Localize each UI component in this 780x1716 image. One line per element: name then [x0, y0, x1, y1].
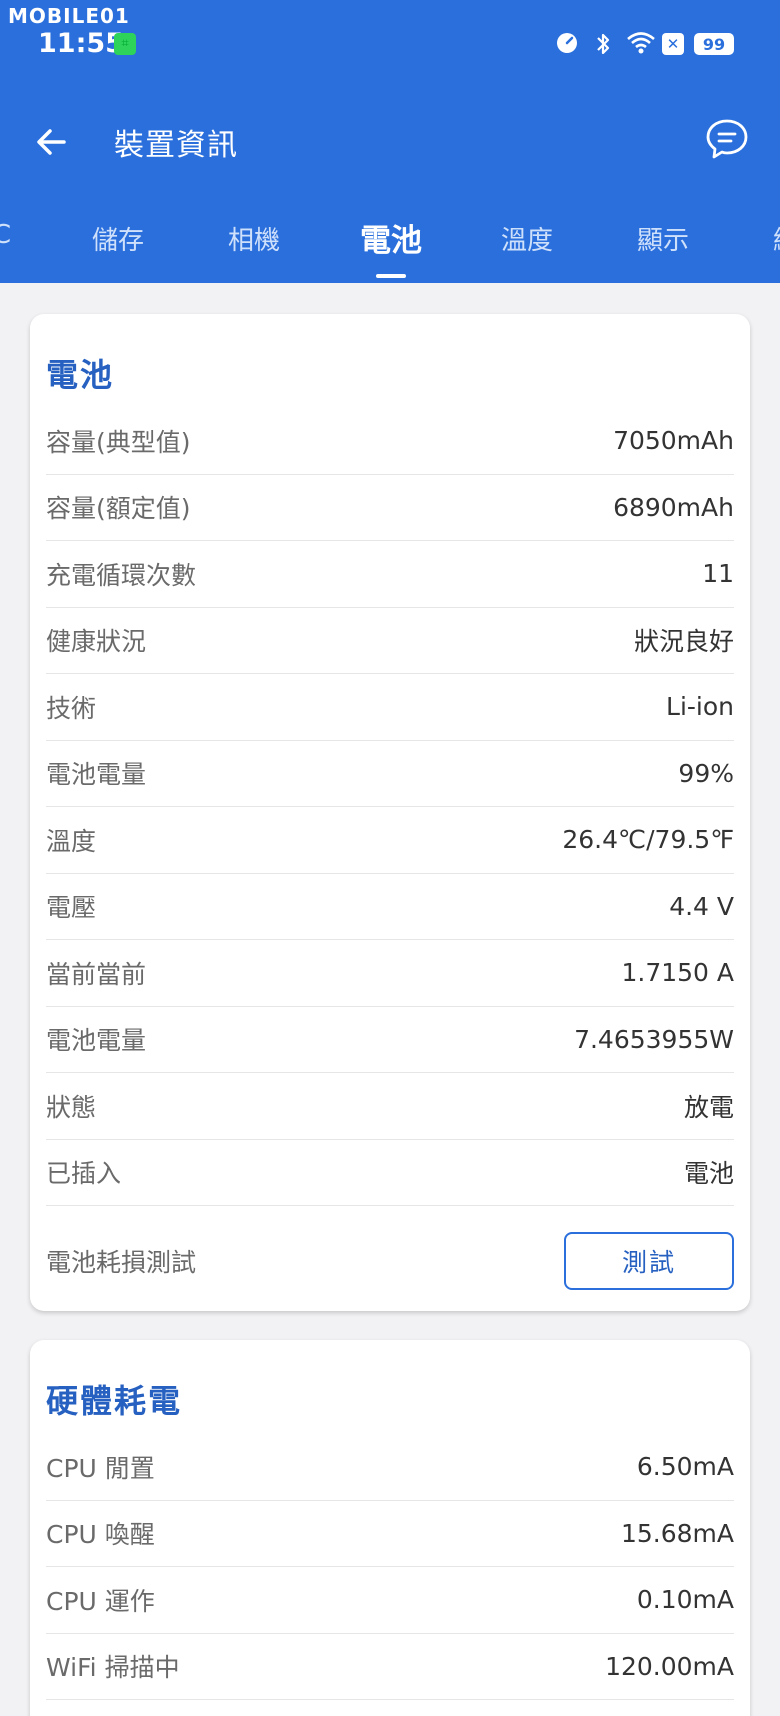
row-value: 放電	[683, 1092, 734, 1122]
row-label: WiFi 掃描中	[46, 1653, 180, 1683]
row-value: 99%	[678, 758, 734, 788]
list-item: 溫度 26.4℃/79.5℉	[46, 807, 734, 874]
row-label: CPU 喚醒	[46, 1520, 155, 1550]
list-item: WiFi 掃描中 120.00mA	[46, 1634, 734, 1700]
row-value: 15.68mA	[620, 1518, 734, 1548]
row-label: CPU 閒置	[46, 1453, 155, 1483]
app-bar: MOBILE01 11:55 ⌗ ✕ 99 裝置資訊 C 儲存 相機 電池 溫度…	[0, 0, 780, 283]
status-icons: ✕ 99	[554, 30, 734, 58]
list-item: CPU 閒置 6.50mA	[46, 1434, 734, 1501]
tab-prev[interactable]: C	[0, 220, 11, 250]
row-value: 11	[702, 559, 734, 589]
hardware-info-list: CPU 閒置 6.50mA CPU 喚醒 15.68mA CPU 運作 0.10mA …	[46, 1434, 734, 1700]
row-label: 充電循環次數	[46, 560, 197, 590]
battery-test-row: 電池耗損測試 測試	[46, 1206, 734, 1316]
list-item: 容量(典型值) 7050mAh	[46, 408, 734, 475]
row-value: 0.10mA	[636, 1585, 734, 1615]
row-label: 容量(額定值)	[46, 494, 191, 524]
row-value: 4.4 V	[669, 891, 734, 921]
list-item: 當前當前 1.7150 A	[46, 940, 734, 1007]
list-item: 電池電量 7.4653955W	[46, 1007, 734, 1073]
tab-bar: C 儲存 相機 電池 溫度 顯示 網	[0, 210, 780, 283]
row-label: 已插入	[46, 1159, 122, 1189]
row-value: 7050mAh	[613, 426, 734, 456]
hardware-card-title: 硬體耗電	[46, 1382, 183, 1420]
row-value: 1.7150 A	[621, 958, 734, 988]
row-label: 狀態	[46, 1092, 97, 1122]
tab-camera[interactable]: 相機	[228, 220, 280, 257]
app-notification-icon: ⌗	[114, 33, 136, 55]
status-time: 11:55	[38, 28, 124, 59]
list-item: 狀態 放電	[46, 1073, 734, 1140]
tab-indicator	[376, 274, 406, 278]
row-label: 電池電量	[46, 760, 147, 790]
row-value: Li-ion	[666, 692, 734, 722]
row-value: 6890mAh	[613, 492, 734, 522]
arrow-left-icon	[37, 129, 66, 155]
tab-battery[interactable]: 電池	[360, 215, 422, 260]
wifi-icon	[626, 31, 655, 57]
row-value: 120.00mA	[605, 1651, 734, 1681]
list-item: 健康狀況 狀況良好	[46, 608, 734, 674]
row-value: 26.4℃/79.5℉	[562, 825, 734, 855]
hardware-card: 硬體耗電 CPU 閒置 6.50mA CPU 喚醒 15.68mA CPU 運作 0.…	[30, 1340, 750, 1716]
tab-temperature[interactable]: 溫度	[501, 220, 553, 257]
bluetooth-icon	[590, 31, 616, 57]
row-label: 電壓	[46, 893, 97, 923]
test-button[interactable]: 測試	[564, 1232, 734, 1290]
row-label: 當前當前	[46, 959, 147, 989]
row-value: 電池	[683, 1159, 734, 1189]
battery-card: 電池 容量(典型值) 7050mAh 容量(額定值) 6890mAh 充電循環次數 1…	[30, 314, 750, 1311]
chat-bubble-icon	[706, 119, 748, 159]
row-label: 電池電量	[46, 1026, 147, 1056]
row-value: 狀況良好	[633, 627, 734, 657]
list-item: 電池電量 99%	[46, 741, 734, 807]
list-item: 電壓 4.4 V	[46, 874, 734, 940]
watermark: MOBILE01	[8, 4, 130, 28]
list-item: 充電循環次數 11	[46, 541, 734, 608]
list-item: 技術 Li-ion	[46, 674, 734, 741]
row-value: 6.50mA	[636, 1452, 734, 1482]
row-value: 7.4653955W	[574, 1024, 734, 1054]
row-label: 技術	[46, 693, 97, 723]
tab-storage[interactable]: 儲存	[92, 220, 144, 257]
row-label: 容量(典型值)	[46, 427, 191, 457]
speed-icon	[554, 31, 580, 57]
row-label: 溫度	[46, 826, 97, 856]
row-label: CPU 運作	[46, 1586, 155, 1616]
battery-test-label: 電池耗損測試	[46, 1248, 197, 1277]
chat-button[interactable]	[704, 116, 750, 162]
page-title: 裝置資訊	[114, 128, 238, 163]
tab-network[interactable]: 網	[773, 220, 780, 257]
list-item: 容量(額定值) 6890mAh	[46, 475, 734, 541]
list-item: CPU 運作 0.10mA	[46, 1567, 734, 1634]
back-button[interactable]	[30, 120, 74, 164]
row-label: 健康狀況	[46, 627, 147, 657]
list-item: 已插入 電池	[46, 1140, 734, 1206]
battery-card-title: 電池	[46, 356, 115, 394]
battery-info-list: 容量(典型值) 7050mAh 容量(額定值) 6890mAh 充電循環次數 11 健…	[46, 408, 734, 1316]
list-item: CPU 喚醒 15.68mA	[46, 1501, 734, 1567]
x-notification-icon: ✕	[662, 33, 684, 55]
tab-display[interactable]: 顯示	[637, 220, 689, 257]
battery-icon: 99	[694, 33, 734, 55]
